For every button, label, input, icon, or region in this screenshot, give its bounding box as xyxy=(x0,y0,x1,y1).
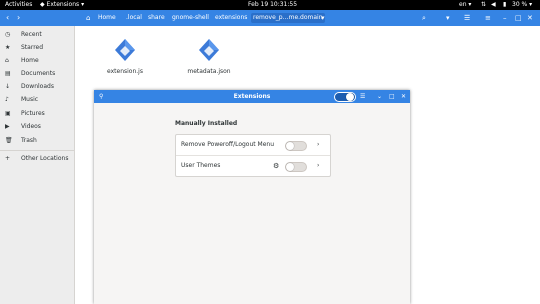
chevron-right-icon[interactable]: › xyxy=(317,135,319,155)
global-extensions-switch[interactable] xyxy=(334,92,356,102)
sidebar-item-pictures[interactable]: ▣ Pictures xyxy=(0,107,74,120)
extension-toggle[interactable] xyxy=(285,162,307,172)
music-icon: ♪ xyxy=(5,96,9,103)
pictures-icon: ▣ xyxy=(5,110,11,117)
extensions-header-bar: ⚲ Extensions ☰ ⌄ □ ✕ xyxy=(94,90,410,103)
sidebar-item-downloads[interactable]: ↓ Downloads xyxy=(0,80,74,93)
maximize-icon[interactable]: □ xyxy=(389,90,395,103)
close-icon[interactable]: ✕ xyxy=(401,90,406,103)
app-menu-arrow-icon: ▾ xyxy=(81,1,85,8)
file-name: extension.js xyxy=(107,68,143,75)
file-item-metadata-json[interactable]: metadata.json xyxy=(179,38,239,75)
sidebar-item-home[interactable]: ⌂ Home xyxy=(0,54,74,67)
app-menu-label: Extensions xyxy=(46,1,80,8)
maximize-icon[interactable]: □ xyxy=(515,13,522,23)
sidebar-item-trash[interactable]: 🗑 Trash xyxy=(0,134,74,147)
file-item-extension-js[interactable]: extension.js xyxy=(95,38,155,75)
file-manager-header-bar: ‹ › ⌂ Home .local share gnome-shell exte… xyxy=(0,10,540,26)
battery-icon[interactable]: ▮ xyxy=(503,1,506,9)
volume-icon[interactable]: ◀ xyxy=(491,1,496,9)
view-options-icon[interactable]: ▾ xyxy=(446,13,450,23)
download-icon: ↓ xyxy=(5,83,11,90)
sidebar-item-documents[interactable]: ▤ Documents xyxy=(0,67,74,80)
sidebar-item-other-locations[interactable]: + Other Locations xyxy=(0,152,74,165)
places-sidebar: ◷ Recent ★ Starred ⌂ Home ▤ Documents ↓ … xyxy=(0,26,75,304)
app-icon: ◆ xyxy=(40,1,45,8)
breadcrumb-current[interactable]: remove_p…me.domain xyxy=(251,13,325,23)
clock[interactable]: Feb 19 10:31:55 xyxy=(248,1,297,9)
breadcrumb-home[interactable]: Home xyxy=(96,13,118,23)
search-icon[interactable]: ⌕ xyxy=(422,13,426,23)
sidebar-item-recent[interactable]: ◷ Recent xyxy=(0,28,74,41)
plus-icon: + xyxy=(5,155,11,162)
top-bar: Activities ◆ Extensions ▾ Feb 19 10:31:5… xyxy=(0,0,540,10)
close-icon[interactable]: ✕ xyxy=(527,13,533,23)
back-button[interactable]: ‹ xyxy=(6,13,9,23)
menu-icon[interactable]: ☰ xyxy=(360,90,365,103)
home-crumb-icon: ⌂ xyxy=(86,14,91,22)
trash-icon: 🗑 xyxy=(5,137,13,144)
chevron-right-icon[interactable]: › xyxy=(317,156,319,176)
extensions-window: ⚲ Extensions ☰ ⌄ □ ✕ xyxy=(94,90,410,304)
menu-icon[interactable]: ≡ xyxy=(485,13,491,23)
network-icon[interactable]: ⇅ xyxy=(481,1,486,9)
switch-knob xyxy=(286,142,294,150)
language-indicator[interactable]: en ▾ xyxy=(459,1,471,9)
sidebar-item-music[interactable]: ♪ Music xyxy=(0,93,74,106)
javascript-file-icon xyxy=(114,38,136,62)
extension-row[interactable]: Remove Poweroff/Logout Menu › xyxy=(176,135,330,155)
switch-knob xyxy=(286,163,294,171)
json-file-icon xyxy=(198,38,220,62)
home-icon: ⌂ xyxy=(5,57,9,64)
breadcrumb-share[interactable]: share xyxy=(146,13,167,23)
switch-knob xyxy=(346,93,354,101)
extension-name: User Themes xyxy=(181,162,221,169)
path-dropdown-icon[interactable]: ▾ xyxy=(321,13,325,23)
sidebar-item-starred[interactable]: ★ Starred xyxy=(0,41,74,54)
breadcrumb-local[interactable]: .local xyxy=(124,13,144,23)
documents-icon: ▤ xyxy=(5,70,11,77)
breadcrumb-extensions[interactable]: extensions xyxy=(213,13,249,23)
app-menu[interactable]: ◆ Extensions ▾ xyxy=(40,1,84,9)
star-icon: ★ xyxy=(5,44,11,51)
sidebar-item-videos[interactable]: ▶ Videos xyxy=(0,120,74,133)
gear-icon[interactable]: ⚙ xyxy=(273,156,279,176)
section-title: Manually Installed xyxy=(175,120,238,127)
battery-label[interactable]: 30 % ▾ xyxy=(512,1,532,9)
extensions-list: Remove Poweroff/Logout Menu › User Theme… xyxy=(175,134,331,177)
videos-icon: ▶ xyxy=(5,123,10,130)
list-view-icon[interactable]: ☰ xyxy=(464,13,470,23)
breadcrumb-gnome-shell[interactable]: gnome-shell xyxy=(170,13,211,23)
sidebar-divider xyxy=(0,150,74,151)
file-name: metadata.json xyxy=(187,68,231,75)
clock-icon: ◷ xyxy=(5,31,11,38)
activities-button[interactable]: Activities xyxy=(5,1,32,9)
extension-toggle[interactable] xyxy=(285,141,307,151)
minimize-icon[interactable]: ⌄ xyxy=(377,90,382,103)
minimize-icon[interactable]: – xyxy=(503,13,507,23)
extension-name: Remove Poweroff/Logout Menu xyxy=(181,141,275,148)
extension-row[interactable]: User Themes ⚙ › xyxy=(176,156,330,176)
system-menu-arrow-icon: ▾ xyxy=(529,1,533,8)
forward-button[interactable]: › xyxy=(17,13,20,23)
language-arrow-icon: ▾ xyxy=(468,1,472,8)
